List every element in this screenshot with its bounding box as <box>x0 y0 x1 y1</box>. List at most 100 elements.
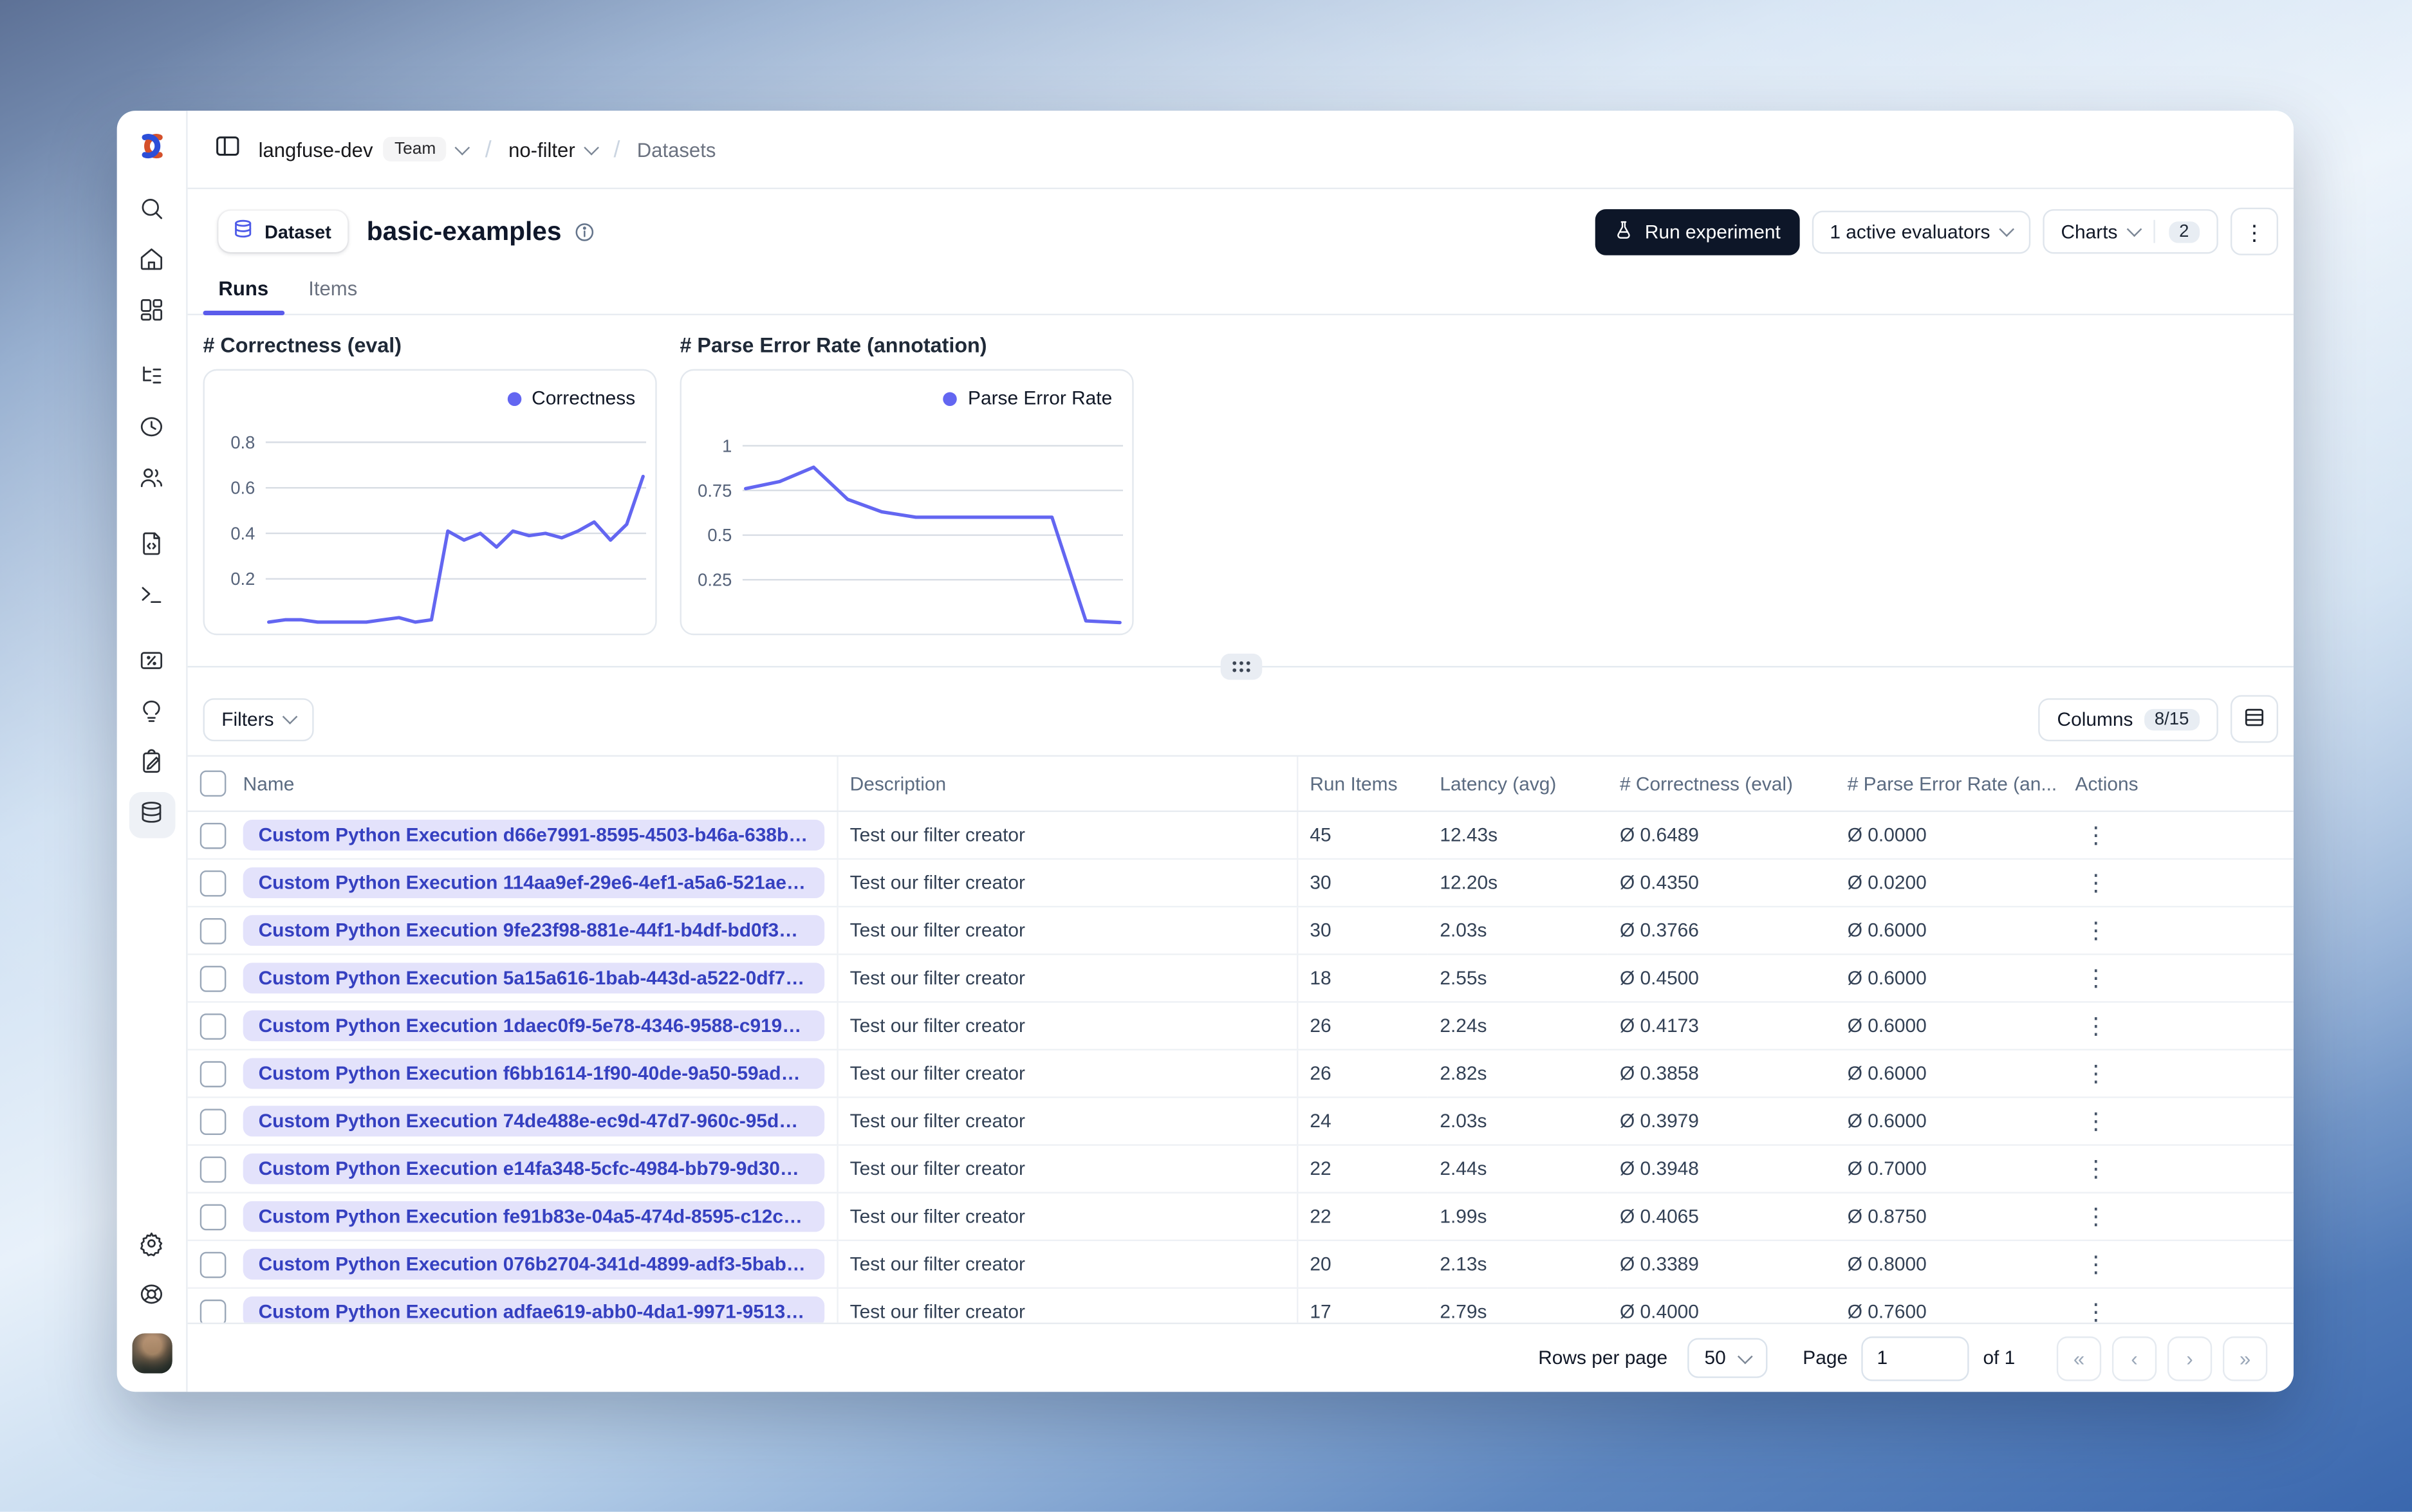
header-kebab-button[interactable]: ⋮ <box>2230 207 2279 255</box>
sidebar-item-tracing[interactable] <box>129 355 175 401</box>
table-row[interactable]: Custom Python Execution e14fa348-5cfc-49… <box>187 1145 2294 1194</box>
row-actions-kebab-icon[interactable]: ⋮ <box>2075 1251 2117 1278</box>
row-checkbox[interactable] <box>199 1060 227 1087</box>
sidebar-toggle-button[interactable] <box>214 131 241 167</box>
row-actions-kebab-icon[interactable]: ⋮ <box>2075 1156 2117 1182</box>
table-row[interactable]: Custom Python Execution 74de488e-ec9d-47… <box>187 1097 2294 1146</box>
table-row[interactable]: Custom Python Execution 114aa9ef-29e6-4e… <box>187 858 2294 908</box>
runs-table: Name Description Run Items Latency (avg)… <box>187 755 2294 1323</box>
column-header-run-items[interactable]: Run Items <box>1297 757 1428 813</box>
sidebar-item-evaluation[interactable] <box>129 640 175 686</box>
row-checkbox[interactable] <box>199 1108 227 1134</box>
run-name-link[interactable]: Custom Python Execution fe91b83e-04a5-47… <box>243 1201 824 1232</box>
select-all-checkbox[interactable] <box>199 770 227 797</box>
next-page-button[interactable]: › <box>2167 1335 2213 1381</box>
sidebar-item-dashboard[interactable] <box>129 289 175 335</box>
sidebar-item-support[interactable] <box>129 1273 175 1320</box>
run-name-link[interactable]: Custom Python Execution adfae619-abb0-4d… <box>243 1296 824 1323</box>
sidebar-item-insights[interactable] <box>129 690 175 737</box>
breadcrumb-org[interactable]: langfuse-dev Team <box>258 136 470 161</box>
org-name: langfuse-dev <box>258 137 373 161</box>
tab-items[interactable]: Items <box>293 268 373 314</box>
rows-per-page-select[interactable]: 50 <box>1687 1338 1768 1378</box>
run-description: Test our filter creator <box>837 1287 1298 1323</box>
sidebar-item-home[interactable] <box>129 238 175 284</box>
row-checkbox[interactable] <box>199 964 227 991</box>
table-row[interactable]: Custom Python Execution fe91b83e-04a5-47… <box>187 1192 2294 1241</box>
row-actions-kebab-icon[interactable]: ⋮ <box>2075 1060 2117 1087</box>
sidebar-item-search[interactable] <box>129 188 175 234</box>
run-items-count: 26 <box>1297 1049 1428 1098</box>
run-name-link[interactable]: Custom Python Execution 5a15a616-1bab-44… <box>243 963 824 994</box>
tab-runs[interactable]: Runs <box>203 268 284 316</box>
column-header-parse-error[interactable]: # Parse Error Rate (an... <box>1835 757 2063 813</box>
row-checkbox[interactable] <box>199 1156 227 1182</box>
breadcrumb-project[interactable]: no-filter <box>508 138 599 161</box>
page-group: Page of 1 <box>1803 1335 2015 1381</box>
row-checkbox[interactable] <box>199 1203 227 1230</box>
row-actions-kebab-icon[interactable]: ⋮ <box>2075 822 2117 849</box>
run-name-link[interactable]: Custom Python Execution 076b2704-341d-48… <box>243 1248 824 1280</box>
table-row[interactable]: Custom Python Execution 1daec0f9-5e78-43… <box>187 1002 2294 1051</box>
row-checkbox[interactable] <box>199 917 227 944</box>
table-header-row: Name Description Run Items Latency (avg)… <box>187 757 2294 813</box>
table-row[interactable]: Custom Python Execution f6bb1614-1f90-40… <box>187 1049 2294 1098</box>
breadcrumb-section[interactable]: Datasets <box>637 138 716 161</box>
active-evaluators-button[interactable]: 1 active evaluators <box>1811 210 2030 254</box>
run-correctness-avg: Ø 0.6489 <box>1607 811 1835 860</box>
run-name-link[interactable]: Custom Python Execution f6bb1614-1f90-40… <box>243 1058 824 1089</box>
sidebar-item-datasets[interactable] <box>128 792 175 838</box>
breadcrumb-separator: / <box>485 136 492 163</box>
gear-icon <box>138 1230 165 1261</box>
row-actions-kebab-icon[interactable]: ⋮ <box>2075 1108 2117 1134</box>
columns-button[interactable]: Columns 8/15 <box>2038 697 2218 741</box>
row-actions-kebab-icon[interactable]: ⋮ <box>2075 1013 2117 1039</box>
info-icon[interactable] <box>574 221 595 242</box>
filters-button[interactable]: Filters <box>203 697 314 741</box>
column-header-description[interactable]: Description <box>837 757 1298 813</box>
row-actions-kebab-icon[interactable]: ⋮ <box>2075 965 2117 991</box>
last-page-button[interactable]: » <box>2222 1335 2268 1381</box>
row-checkbox[interactable] <box>199 869 227 896</box>
row-actions-kebab-icon[interactable]: ⋮ <box>2075 1299 2117 1323</box>
row-checkbox[interactable] <box>199 1251 227 1278</box>
table-row[interactable]: Custom Python Execution 076b2704-341d-48… <box>187 1240 2294 1289</box>
first-page-button[interactable]: « <box>2056 1335 2102 1381</box>
run-name-link[interactable]: Custom Python Execution e14fa348-5cfc-49… <box>243 1153 824 1185</box>
column-header-correctness[interactable]: # Correctness (eval) <box>1607 757 1835 813</box>
page-number-input[interactable] <box>1861 1335 1969 1381</box>
column-header-latency[interactable]: Latency (avg) <box>1427 757 1608 813</box>
prev-page-button[interactable]: ‹ <box>2111 1335 2157 1381</box>
row-actions-kebab-icon[interactable]: ⋮ <box>2075 870 2117 896</box>
row-height-button[interactable] <box>2230 695 2279 743</box>
run-name-link[interactable]: Custom Python Execution 114aa9ef-29e6-4e… <box>243 867 824 898</box>
charts-toggle-button[interactable]: Charts 2 <box>2042 209 2218 254</box>
row-checkbox[interactable] <box>199 1013 227 1039</box>
double-chevron-left-icon: « <box>2073 1346 2085 1370</box>
sidebar-item-prompts[interactable] <box>129 523 175 569</box>
lifebuoy-icon <box>138 1281 165 1312</box>
row-checkbox[interactable] <box>199 1298 227 1323</box>
run-name-link[interactable]: Custom Python Execution d66e7991-8595-45… <box>243 820 824 851</box>
table-row[interactable]: Custom Python Execution 5a15a616-1bab-44… <box>187 954 2294 1003</box>
sidebar-item-settings[interactable] <box>129 1222 175 1269</box>
table-row[interactable]: Custom Python Execution 9fe23f98-881e-44… <box>187 907 2294 955</box>
row-actions-kebab-icon[interactable]: ⋮ <box>2075 1203 2117 1230</box>
table-row[interactable]: Custom Python Execution adfae619-abb0-4d… <box>187 1287 2294 1323</box>
run-name-link[interactable]: Custom Python Execution 74de488e-ec9d-47… <box>243 1105 824 1137</box>
sidebar-item-sessions[interactable] <box>129 406 175 452</box>
run-name-link[interactable]: Custom Python Execution 9fe23f98-881e-44… <box>243 915 824 946</box>
sidebar-item-annotation[interactable] <box>129 741 175 788</box>
run-name-link[interactable]: Custom Python Execution 1daec0f9-5e78-43… <box>243 1010 824 1042</box>
column-header-name[interactable]: Name <box>230 757 838 813</box>
row-actions-kebab-icon[interactable]: ⋮ <box>2075 917 2117 944</box>
run-description: Test our filter creator <box>837 858 1298 908</box>
run-experiment-button[interactable]: Run experiment <box>1595 208 1799 255</box>
table-row[interactable]: Custom Python Execution d66e7991-8595-45… <box>187 811 2294 860</box>
resize-grip-handle[interactable] <box>1220 653 1262 680</box>
row-checkbox[interactable] <box>199 822 227 849</box>
sidebar-item-playground[interactable] <box>129 574 175 620</box>
page-content: Dataset basic-examples Run experiment 1 … <box>187 189 2294 1392</box>
sidebar-item-users[interactable] <box>129 457 175 503</box>
user-avatar[interactable] <box>131 1333 172 1374</box>
